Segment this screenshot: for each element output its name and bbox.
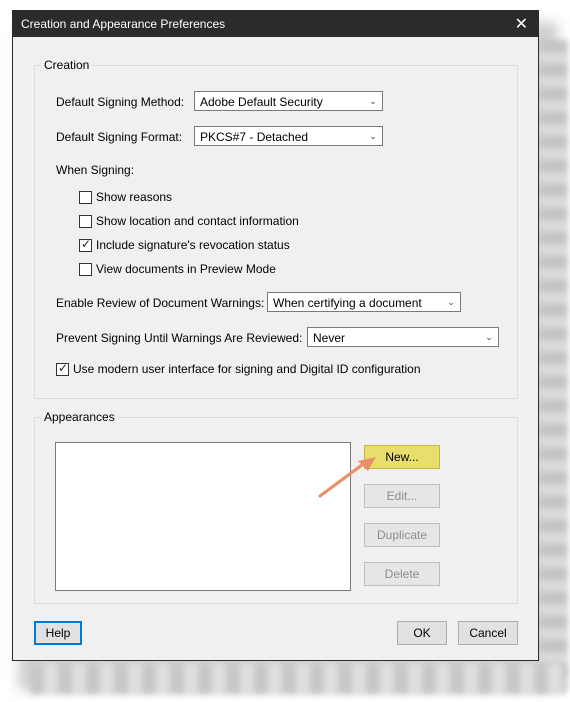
- show-location-checkbox[interactable]: [79, 215, 92, 228]
- checkmark-icon: ✓: [81, 237, 92, 251]
- checkmark-icon: ✓: [58, 361, 69, 375]
- arrow-annotation: [318, 457, 376, 498]
- title-bar: Creation and Appearance Preferences ✕: [13, 11, 538, 37]
- dialog-shadow-right: [540, 40, 568, 690]
- window-title: Creation and Appearance Preferences: [21, 17, 226, 31]
- dialog-shadow-bottom: [30, 664, 565, 694]
- modern-ui-checkbox[interactable]: ✓: [56, 361, 69, 376]
- modern-ui-label: Use modern user interface for signing an…: [73, 362, 421, 376]
- enable-review-value: When certifying a document: [273, 296, 422, 310]
- appearances-group-label: Appearances: [41, 410, 118, 424]
- enable-review-select[interactable]: When certifying a document ⌄: [267, 292, 461, 312]
- chevron-down-icon: ⌄: [447, 297, 455, 307]
- enable-review-label: Enable Review of Document Warnings:: [56, 296, 265, 310]
- creation-group-label: Creation: [41, 58, 93, 72]
- default-signing-format-label: Default Signing Format:: [56, 130, 183, 144]
- when-signing-label: When Signing:: [56, 163, 135, 177]
- prevent-signing-value: Never: [313, 331, 346, 345]
- show-reasons-checkbox[interactable]: [79, 191, 92, 204]
- creation-group: Creation: [34, 58, 518, 399]
- chevron-down-icon: ⌄: [485, 332, 493, 342]
- revocation-status-label: Include signature's revocation status: [96, 238, 290, 252]
- preview-mode-checkbox[interactable]: [79, 263, 92, 276]
- prevent-signing-select[interactable]: Never ⌄: [307, 327, 499, 347]
- default-signing-method-label: Default Signing Method:: [56, 95, 185, 109]
- revocation-status-checkbox[interactable]: ✓: [79, 237, 92, 252]
- close-icon[interactable]: ✕: [515, 14, 528, 34]
- help-button[interactable]: Help: [34, 621, 82, 645]
- show-location-label: Show location and contact information: [96, 214, 299, 228]
- default-signing-method-select[interactable]: Adobe Default Security ⌄: [194, 91, 383, 111]
- default-signing-format-select[interactable]: PKCS#7 - Detached ⌄: [194, 126, 383, 146]
- show-reasons-label: Show reasons: [96, 190, 173, 204]
- chevron-down-icon: ⌄: [369, 96, 377, 106]
- ok-button[interactable]: OK: [397, 621, 447, 645]
- prevent-signing-label: Prevent Signing Until Warnings Are Revie…: [56, 331, 303, 345]
- chevron-down-icon: ⌄: [369, 131, 377, 141]
- duplicate-appearance-button[interactable]: Duplicate: [364, 523, 440, 547]
- cancel-button[interactable]: Cancel: [458, 621, 518, 645]
- default-signing-format-value: PKCS#7 - Detached: [200, 130, 309, 144]
- preview-mode-label: View documents in Preview Mode: [96, 262, 276, 276]
- delete-appearance-button[interactable]: Delete: [364, 562, 440, 586]
- default-signing-method-value: Adobe Default Security: [200, 95, 323, 109]
- preferences-dialog: Creation and Appearance Preferences ✕ Cr…: [12, 10, 539, 661]
